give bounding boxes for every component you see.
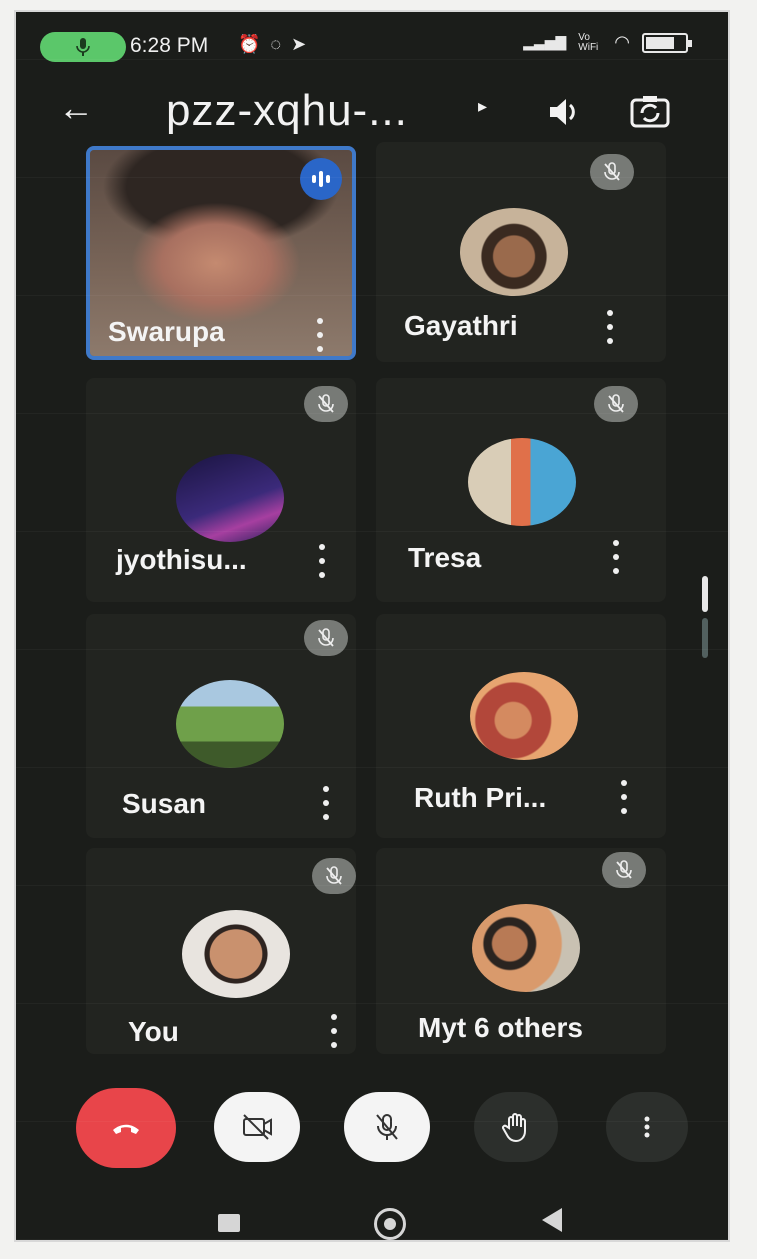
end-call-button[interactable] [76,1088,176,1168]
participant-name: Ruth Pri... [414,782,547,813]
microphone-icon [76,38,90,56]
mic-off-icon [594,386,638,422]
participant-name: Swarupa [108,316,225,347]
mic-off-icon [312,858,356,894]
participant-name: Susan [122,788,207,819]
mic-off-icon [304,620,348,656]
mic-off-icon [602,852,646,888]
battery-icon [642,32,692,53]
participant-tile[interactable]: jyothisu... [86,378,356,602]
avatar [182,910,290,998]
avatar [176,454,284,542]
mic-off-icon [376,1114,398,1140]
whatsapp-icon: ◌ [270,34,282,54]
camera-off-icon [243,1114,272,1140]
more-options-button[interactable] [606,1092,688,1162]
more-vert-icon[interactable] [318,786,334,820]
camera-toggle-button[interactable] [214,1092,300,1162]
avatar [460,208,568,296]
home-icon[interactable] [374,1208,406,1240]
participant-name: Myt 6 others [418,1012,583,1043]
notification-icons: ⏰ ◌ ➤ [238,34,306,55]
meeting-app-bar: ← pzz-xqhu-... ▸ [16,74,728,144]
status-bar: 6:28 PM ⏰ ◌ ➤ ▂▃▅▇ Vo WiFi ◠ [16,12,728,72]
recent-apps-icon[interactable] [218,1214,240,1232]
speaker-icon[interactable] [542,92,582,132]
status-time: 6:28 PM [130,34,209,57]
telegram-icon: ➤ [291,34,307,54]
end-call-icon [113,1124,139,1134]
mic-toggle-button[interactable] [344,1092,430,1162]
participant-tile[interactable]: Susan [86,614,356,838]
chevron-right-icon[interactable]: ▸ [478,96,487,117]
alarm-icon: ⏰ [238,34,261,54]
participant-name: Gayathri [404,310,518,341]
participant-tile[interactable]: Gayathri [376,142,666,362]
scrollbar[interactable] [702,576,708,662]
participant-tile[interactable]: Tresa [376,378,666,602]
avatar [472,904,580,992]
more-vert-icon[interactable] [312,318,328,352]
raise-hand-icon [502,1113,526,1143]
signal-icon: ▂▃▅▇ [523,34,567,50]
back-arrow-icon[interactable]: ← [58,90,98,130]
system-icons: ▂▃▅▇ Vo WiFi ◠ [523,31,692,53]
avatar [470,672,578,760]
mic-off-icon [590,154,634,190]
more-vert-icon[interactable] [616,780,632,814]
participant-name: You [128,1016,179,1047]
participant-tile[interactable]: Ruth Pri... [376,614,666,838]
wifi-icon: ◠ [614,32,630,52]
avatar [176,680,284,768]
participant-tile[interactable]: Swarupa [86,146,356,360]
raise-hand-button[interactable] [474,1092,558,1162]
mic-active-indicator [40,32,126,62]
switch-camera-icon[interactable] [628,90,672,134]
more-vert-icon [644,1116,650,1138]
participant-name: jyothisu... [116,544,247,575]
participant-tile[interactable]: Myt 6 others [376,848,666,1054]
phone-screen: 6:28 PM ⏰ ◌ ➤ ▂▃▅▇ Vo WiFi ◠ ← pzz-xqhu-… [14,10,730,1242]
more-vert-icon[interactable] [314,544,330,578]
nav-back-icon[interactable] [542,1208,562,1232]
mic-off-icon [304,386,348,422]
participant-tile[interactable]: You [86,848,356,1054]
more-vert-icon[interactable] [608,540,624,574]
vowifi-label: Vo WiFi [578,31,599,53]
more-vert-icon[interactable] [326,1014,342,1048]
participant-name: Tresa [408,542,482,573]
speaking-indicator-icon [300,158,342,200]
avatar [468,438,576,526]
meeting-code[interactable]: pzz-xqhu-... [166,86,408,136]
more-vert-icon[interactable] [602,310,618,344]
